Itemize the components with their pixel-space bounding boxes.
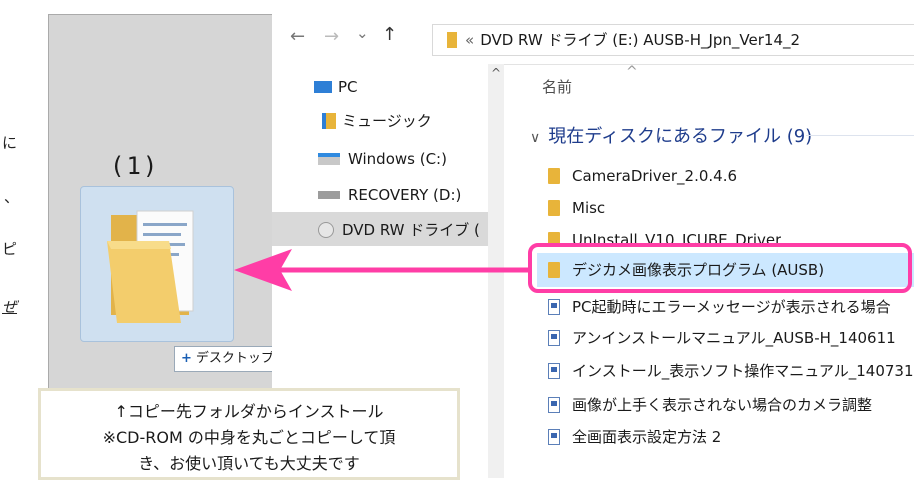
- back-button[interactable]: ←: [290, 26, 305, 47]
- pdf-icon: [548, 363, 560, 379]
- nav-item-recovery-d[interactable]: RECOVERY (D:): [318, 182, 461, 208]
- note-line: ※CD-ROM の中身を丸ごとコピーして頂: [102, 428, 396, 447]
- music-folder-icon: [322, 113, 336, 129]
- folder-icon: [447, 32, 457, 48]
- recent-locations-button[interactable]: ⌄: [356, 24, 369, 42]
- group-header[interactable]: ∨ 現在ディスクにあるファイル (9): [530, 122, 812, 148]
- highlight-box: [528, 243, 912, 293]
- instruction-note: ↑コピー先フォルダからインストール ※CD-ROM の中身を丸ごとコピーして頂 …: [38, 388, 460, 480]
- nav-item-label: PC: [338, 78, 358, 96]
- nav-item-windows-c[interactable]: Windows (C:): [318, 146, 447, 172]
- file-name: インストール_表示ソフト操作マニュアル_140731: [572, 362, 914, 380]
- windows-drive-icon: [318, 153, 340, 165]
- plus-icon: +: [181, 351, 192, 366]
- page-text-fragment: に: [2, 134, 18, 152]
- nav-item-dvd-e[interactable]: DVD RW ドライブ (: [318, 217, 488, 243]
- pdf-icon: [548, 397, 560, 413]
- chevron-down-icon: ∨: [530, 130, 541, 146]
- file-name: アンインストールマニュアル_AUSB-H_140611: [572, 329, 896, 347]
- file-name: PC起動時にエラーメッセージが表示される場合: [572, 298, 891, 316]
- pdf-icon: [548, 330, 560, 346]
- folder-icon: [107, 210, 194, 323]
- file-row[interactable]: Misc: [548, 195, 605, 221]
- page-text-fragment: 、: [4, 188, 20, 206]
- file-name: 画像が上手く表示されない場合のカメラ調整: [572, 396, 873, 414]
- file-row[interactable]: PC起動時にエラーメッセージが表示される場合: [548, 294, 914, 320]
- file-name: 全画面表示設定方法 2: [572, 428, 722, 446]
- nav-item-pc[interactable]: PC: [314, 74, 358, 100]
- step-label: (1): [110, 152, 160, 180]
- folder-icon: [548, 168, 560, 184]
- dvd-drive-icon: [318, 222, 334, 238]
- group-divider: [806, 135, 914, 136]
- pdf-icon: [548, 299, 560, 315]
- nav-item-label: Windows (C:): [348, 150, 447, 168]
- pc-icon: [314, 81, 332, 93]
- column-header-name[interactable]: 名前: [542, 76, 572, 97]
- drive-icon: [318, 191, 340, 199]
- page-text-fragment: ピ: [2, 240, 18, 258]
- drag-arrow-icon: [234, 249, 530, 291]
- nav-item-label: RECOVERY (D:): [348, 186, 462, 204]
- file-row[interactable]: アンインストールマニュアル_AUSB-H_140611: [548, 325, 896, 351]
- address-overflow[interactable]: «: [465, 31, 474, 49]
- up-button[interactable]: ↑: [382, 24, 397, 45]
- file-row[interactable]: 全画面表示設定方法 2: [548, 424, 721, 450]
- nav-item-music[interactable]: ミュージック: [322, 108, 432, 134]
- note-line: ↑コピー先フォルダからインストール: [114, 402, 384, 421]
- file-row[interactable]: CameraDriver_2.0.4.6: [548, 163, 737, 189]
- file-name: CameraDriver_2.0.4.6: [572, 167, 737, 185]
- nav-item-label: ミュージック: [342, 112, 432, 130]
- file-row[interactable]: 画像が上手く表示されない場合のカメラ調整: [548, 392, 872, 418]
- sort-indicator-icon: ^: [626, 64, 638, 80]
- pdf-icon: [548, 429, 560, 445]
- file-name: Misc: [572, 199, 606, 217]
- folder-icon: [548, 200, 560, 216]
- address-bar[interactable]: « DVD RW ドライブ (E:) AUSB-H_Jpn_Ver14_2: [432, 24, 914, 56]
- dragged-folder-tile[interactable]: [80, 186, 234, 342]
- note-line: き、お使い頂いても大丈夫です: [138, 454, 360, 473]
- address-path: DVD RW ドライブ (E:) AUSB-H_Jpn_Ver14_2: [480, 31, 801, 49]
- scroll-up-icon[interactable]: ^: [491, 66, 501, 80]
- nav-item-label: DVD RW ドライブ (: [342, 221, 480, 239]
- forward-button[interactable]: →: [324, 26, 339, 47]
- group-header-label: 現在ディスクにあるファイル (9): [548, 126, 813, 147]
- page-text-fragment: ぜ: [2, 298, 18, 316]
- file-row[interactable]: インストール_表示ソフト操作マニュアル_140731: [548, 358, 914, 384]
